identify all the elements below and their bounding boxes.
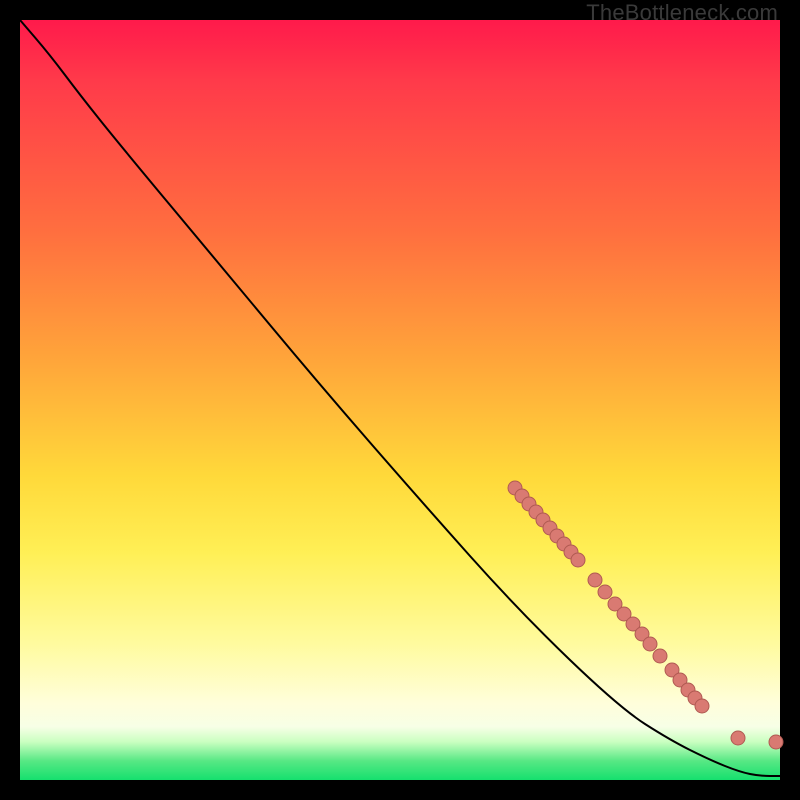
curve-marker (598, 585, 612, 599)
curve-marker (588, 573, 602, 587)
curve-marker (653, 649, 667, 663)
chart-svg (20, 20, 780, 780)
curve-marker (769, 735, 783, 749)
marker-group (508, 481, 783, 749)
chart-frame: TheBottleneck.com (0, 0, 800, 800)
curve-line (20, 20, 780, 776)
curve-marker (571, 553, 585, 567)
curve-marker (695, 699, 709, 713)
curve-marker (731, 731, 745, 745)
curve-marker (643, 637, 657, 651)
